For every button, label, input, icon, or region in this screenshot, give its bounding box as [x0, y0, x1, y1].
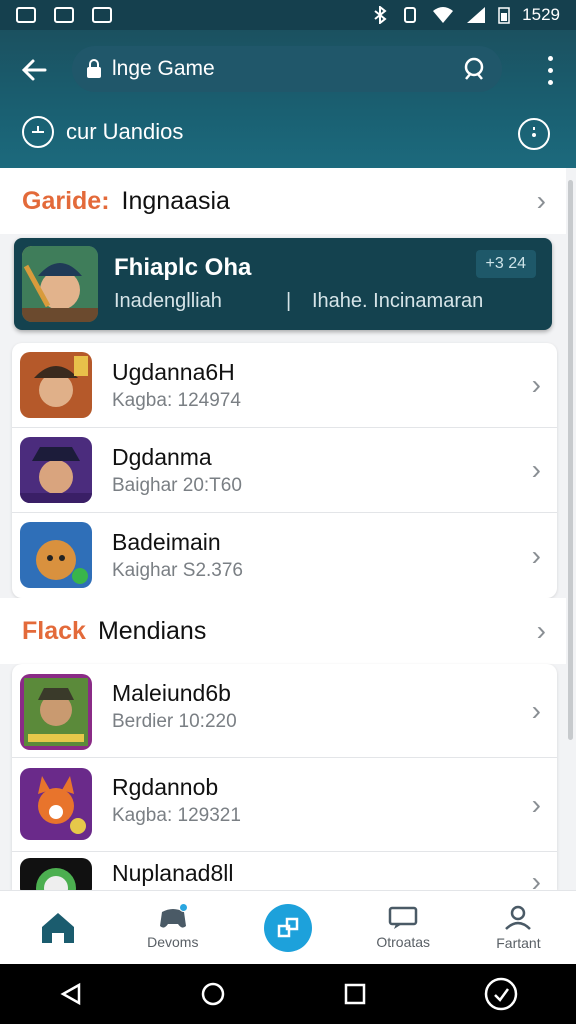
item-subtitle: Kaighar S2.376: [112, 560, 243, 581]
mail-icon: [54, 7, 74, 23]
nav-apps[interactable]: [230, 891, 345, 964]
chat-icon: [388, 906, 418, 929]
section-tag: Garide:: [22, 186, 110, 215]
game-thumbnail: [20, 522, 92, 588]
list-item[interactable]: Nuplanad8ll ›: [12, 852, 557, 890]
timer-icon[interactable]: [22, 116, 54, 148]
separator: |: [286, 290, 292, 312]
apps-icon: [277, 917, 299, 937]
chevron-right-icon: ›: [531, 369, 541, 400]
game-thumbnail: [20, 352, 92, 418]
chevron-right-icon: ›: [536, 615, 546, 646]
item-title: Maleiund6b: [112, 680, 231, 706]
section-header-mendians[interactable]: Flack Mendians ›: [0, 598, 566, 664]
subheader-title: cur Uandios: [66, 119, 184, 144]
item-title: Dgdanma: [112, 444, 212, 470]
game-thumbnail: [20, 768, 92, 840]
arrow-left-icon: [21, 59, 47, 81]
item-subtitle: Baighar 20:T60: [112, 475, 242, 496]
game-thumbnail: [20, 858, 92, 890]
subheader: cur Uandios: [22, 116, 183, 148]
game-list-2: Maleiund6b Berdier 10:220 › Rgdannob Kag…: [12, 664, 557, 890]
chevron-right-icon: ›: [531, 694, 541, 726]
chevron-right-icon: ›: [531, 539, 541, 571]
chevron-right-icon: ›: [531, 788, 541, 820]
nav-fartant[interactable]: Fartant: [461, 891, 576, 964]
section-header-ingnaasia[interactable]: Garide: Ingnaasia ›: [0, 168, 566, 234]
media-icon: [92, 7, 112, 23]
list-item[interactable]: Maleiund6b Berdier 10:220 ›: [12, 664, 557, 758]
back-triangle-icon[interactable]: [59, 982, 83, 1006]
nav-label: Devoms: [147, 933, 199, 950]
featured-badge: +3 24: [475, 250, 536, 278]
nav-home[interactable]: [0, 891, 115, 964]
featured-item[interactable]: Fhiaplc Oha Inadenglliah | Ihahe. Incina…: [14, 238, 552, 330]
scrollbar[interactable]: [568, 180, 573, 740]
list-item[interactable]: Rgdannob Kagba: 129321 ›: [12, 758, 557, 852]
list-item[interactable]: Ugdanna6H Kagba: 124974 ›: [12, 343, 557, 428]
more-menu-button[interactable]: [542, 52, 558, 88]
assistant-icon[interactable]: [484, 977, 518, 1011]
home-circle-icon[interactable]: [200, 981, 226, 1007]
featured-subtitle: Inadenglliah: [114, 290, 222, 312]
battery-icon: [498, 7, 510, 24]
nav-label: Fartant: [496, 934, 541, 951]
item-title: Ugdanna6H: [112, 359, 235, 385]
profile-icon: [505, 905, 532, 930]
item-subtitle: Kagba: 124974: [112, 390, 241, 411]
lock-icon: [87, 59, 101, 78]
chevron-right-icon: ›: [531, 454, 541, 485]
notification-icon: [16, 7, 36, 23]
app-bar: lnge Game cur Uandios: [0, 30, 576, 168]
search-icon[interactable]: [462, 57, 488, 81]
section-tag: Flack: [22, 616, 86, 645]
bottom-navigation: Devoms Otroatas Fartant: [0, 890, 576, 964]
list-item[interactable]: Dgdanma Baighar 20:T60 ›: [12, 428, 557, 513]
item-subtitle: Berdier 10:220: [112, 711, 237, 732]
item-title: Badeimain: [112, 529, 221, 555]
url-bar[interactable]: lnge Game: [72, 46, 502, 92]
status-bar: 1529: [0, 0, 576, 30]
apps-button[interactable]: [264, 903, 312, 952]
item-subtitle: Kagba: 129321: [112, 805, 241, 826]
signal-icon: [467, 7, 486, 23]
game-thumbnail: [20, 437, 92, 503]
back-button[interactable]: [16, 52, 52, 88]
info-icon[interactable]: [518, 118, 550, 150]
url-text: lnge Game: [112, 57, 215, 80]
featured-title: Fhiaplc Oha: [114, 254, 252, 281]
vibrate-icon: [404, 7, 417, 23]
recents-square-icon[interactable]: [343, 982, 367, 1006]
item-title: Nuplanad8ll: [112, 860, 234, 886]
wifi-icon: [433, 7, 454, 23]
clock: 1529: [522, 5, 560, 24]
game-list-1: Ugdanna6H Kagba: 124974 › Dgdanma Baigha…: [12, 343, 557, 598]
section-title: Mendians: [97, 616, 207, 645]
featured-subtitle-2: Ihahe. Incinamaran: [312, 290, 484, 312]
section-title: Ingnaasia: [121, 186, 230, 215]
list-item[interactable]: Badeimain Kaighar S2.376 ›: [12, 513, 557, 598]
nav-devoms[interactable]: Devoms: [115, 891, 230, 964]
chevron-right-icon: ›: [531, 866, 541, 890]
nav-otroatas[interactable]: Otroatas: [346, 891, 461, 964]
item-title: Rgdannob: [112, 774, 219, 800]
home-icon: [41, 912, 74, 943]
bluetooth-icon: [374, 6, 387, 24]
game-thumbnail: [22, 246, 98, 322]
game-thumbnail: [20, 674, 92, 750]
chevron-right-icon: ›: [536, 185, 546, 216]
system-navigation: [0, 964, 576, 1024]
nav-label: Otroatas: [376, 933, 431, 950]
